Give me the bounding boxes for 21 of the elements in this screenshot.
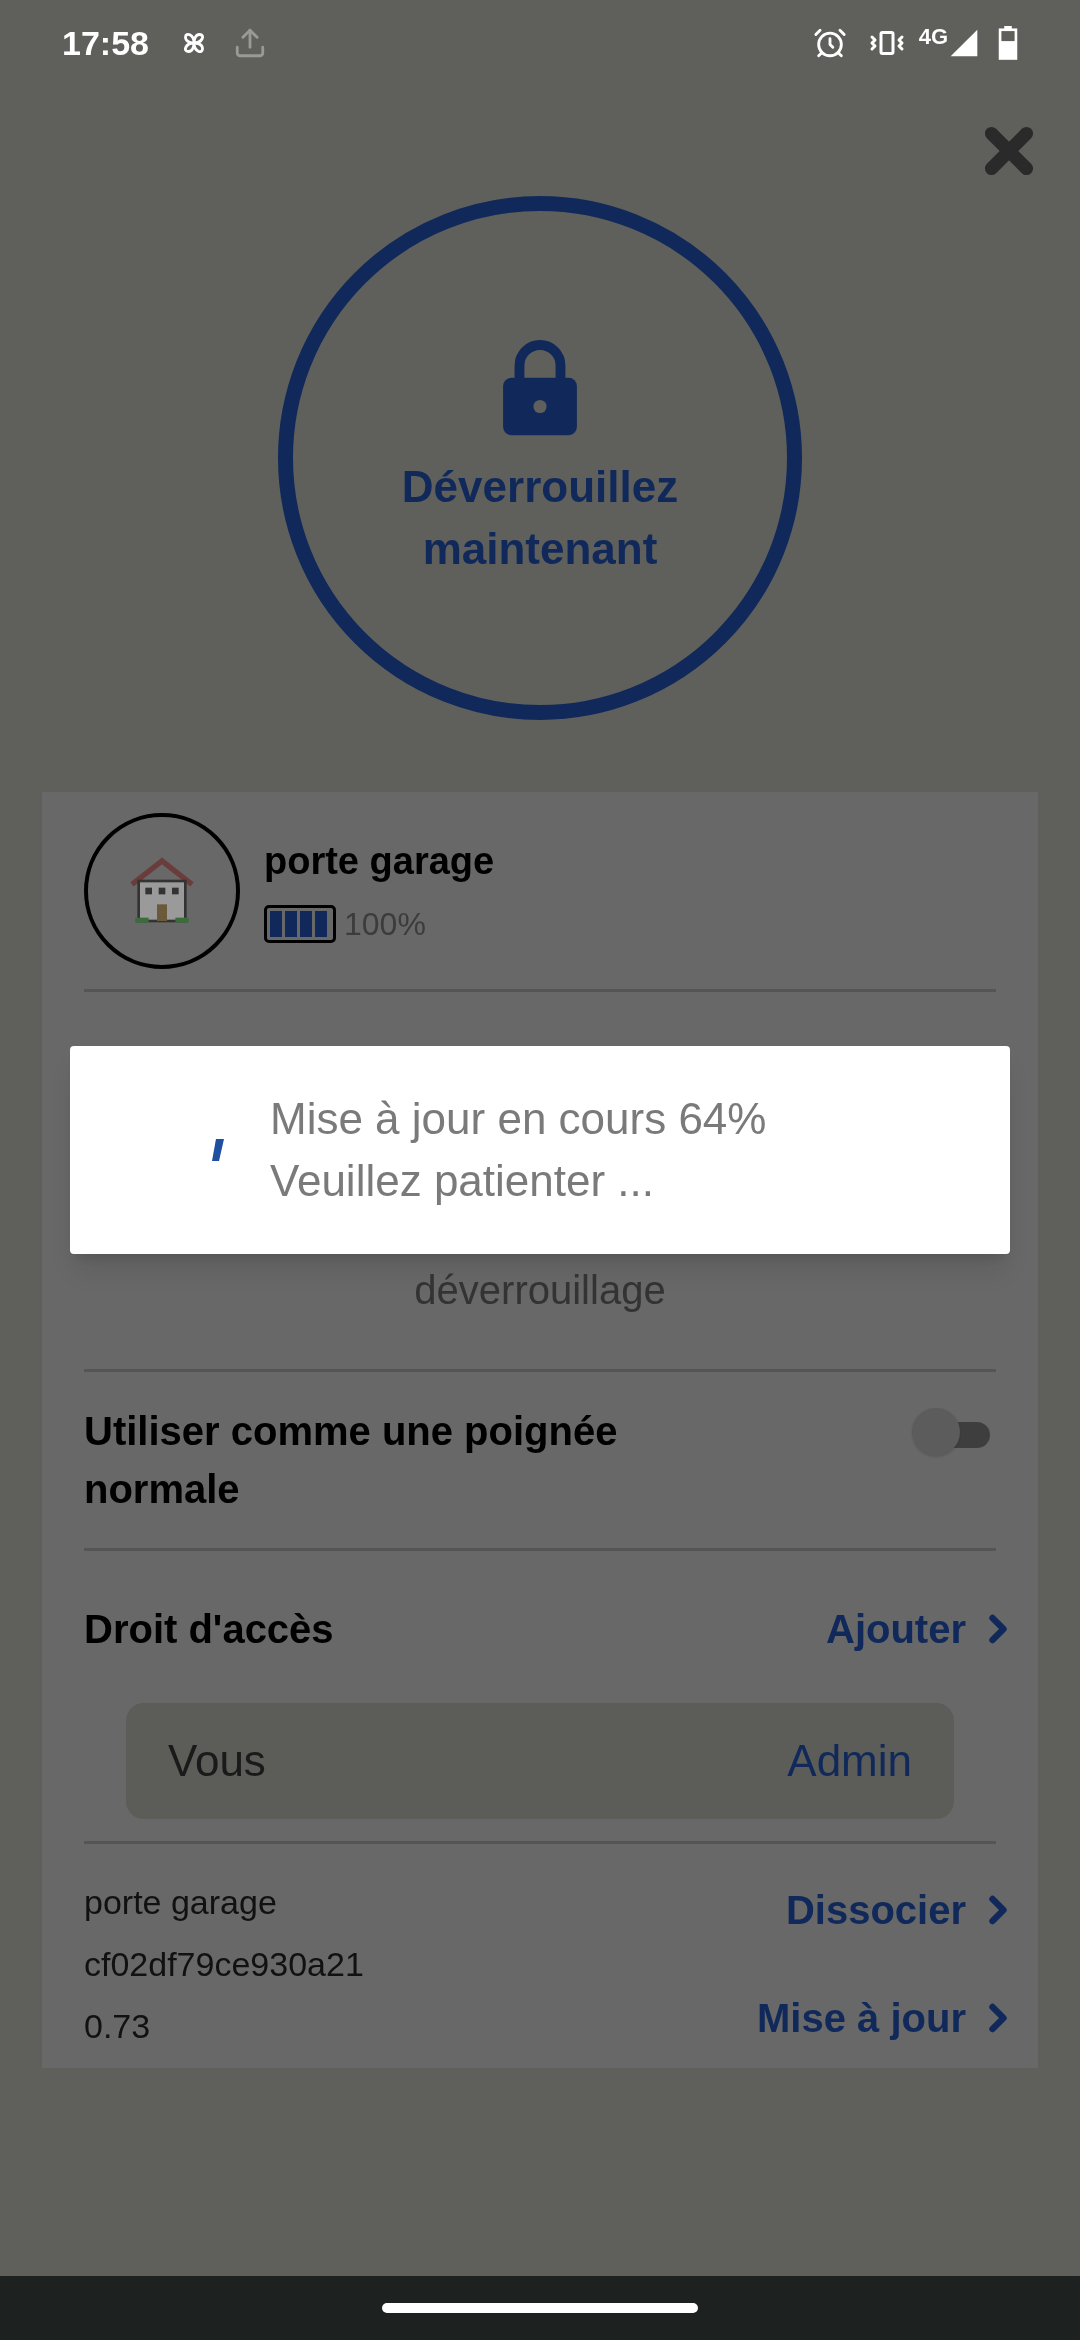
signal-icon <box>948 27 980 59</box>
access-title: Droit d'accès <box>84 1606 334 1653</box>
device-action-link[interactable]: Mise à jour <box>757 1988 1020 2048</box>
device-info-text: porte garage <box>84 1882 278 1923</box>
dialog-message: Mise à jour en cours 64% <box>270 1093 767 1145</box>
home-indicator[interactable] <box>382 2303 698 2313</box>
network-type: 4G <box>918 23 948 51</box>
setting-label: Utiliser comme une poignée normale <box>84 1408 619 1513</box>
battery-icon <box>998 26 1018 60</box>
device-action-link[interactable]: Dissocier <box>785 1880 1020 1940</box>
access-user-row[interactable]: Vous Admin <box>126 1703 954 1819</box>
battery-gauge <box>264 905 336 943</box>
add-access-link[interactable]: Ajouter <box>826 1599 1020 1659</box>
unlock-button[interactable]: Déverrouillez maintenant <box>278 196 802 720</box>
device-info-text: 0.73 <box>84 2006 152 2047</box>
device-name: porte garage <box>264 839 495 884</box>
alarm-icon <box>812 26 847 60</box>
dialog-message: Veuillez patienter ... <box>270 1155 655 1207</box>
spinner-icon <box>210 1139 224 1161</box>
device-info-text: cf02df79ce930a21 <box>84 1944 364 1985</box>
status-time: 17:58 <box>62 22 149 64</box>
